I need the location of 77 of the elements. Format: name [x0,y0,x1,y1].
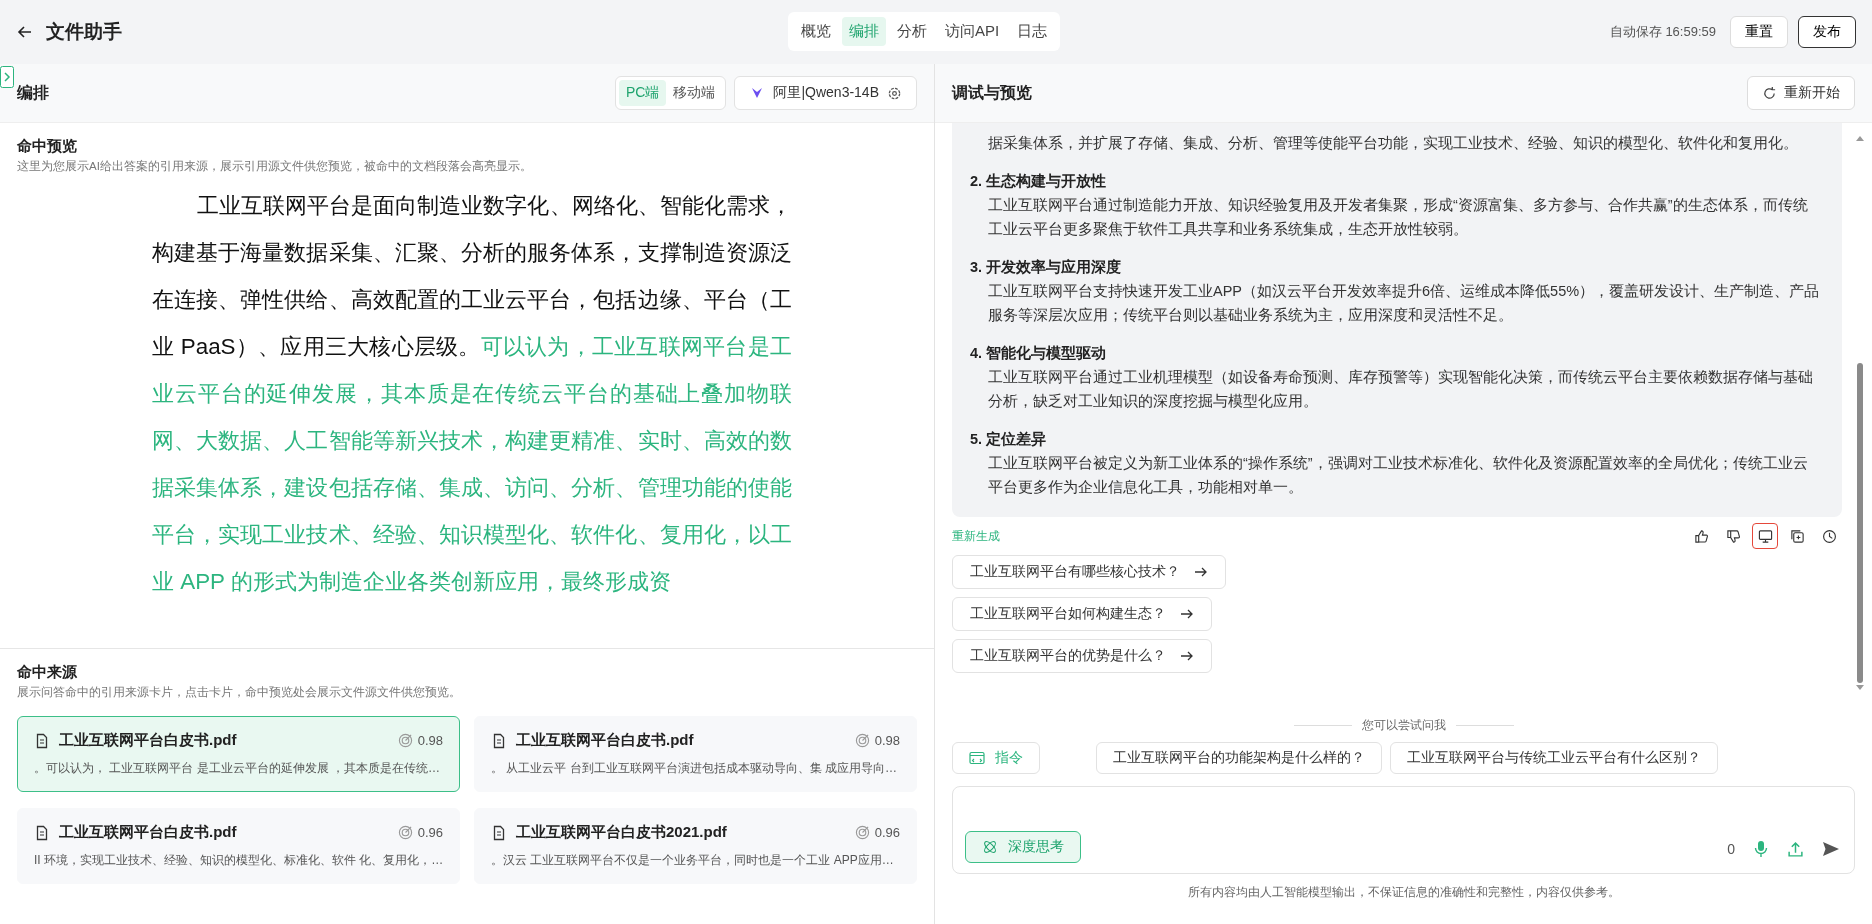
answer-heading: 3. 开发效率与应用深度 [970,258,1123,277]
match-score: 0.96 [417,825,443,840]
answer-text: 工业互联网平台通过工业机理模型（如设备寿命预测、库存预警等）实现智能化决策，而传统云平台主要依赖数据存储与基础分析，缺乏对工业知识的深度挖掘与模型化应用。 [987,368,1814,411]
match-score: 0.98 [417,733,443,748]
model-selector[interactable]: 阿里|Qwen3-14B [734,76,917,110]
atom-icon [982,839,998,855]
file-name: 工业互联网平台白皮书2021.pdf [516,823,728,842]
document-paragraph: 工业互联网平台是面向制造业数字化、网络化、智能化需求，构建基于海量数据采集、汇聚、分析的服务体系，支撑制造资源泛在连接、弹性供给、高效配置的工业云平台，包括边缘、平台（工业 PaaS）、应用三大核心层级。可以认为，工业互联网平台是工业云平台的延伸发展，其本质是在传统云平台的基础上叠加物联网、大数据、人工智能等新兴技术，构建更精准、实时、高效的数据采集体系，建设包括存储、集成、访问、分析、管理功能的使能平台，实现工业技术、经验、知识模型化、软件化、复用化，以工业 APP 的形式为制造企业各类创新应用，最终形成资 [152,192,792,596]
file-name: 工业互联网平台白皮书.pdf [516,731,695,750]
section-title: 命中来源 [17,663,78,682]
reset-button[interactable]: 重置 [1730,16,1788,48]
document-icon [491,824,507,841]
section-description: 这里为您展示AI给出答案的引用来源，展示引用源文件供您预览，被命中的文档段落会高亮显示。 [17,159,533,174]
source-snippet: 。 从工业云平 台到工业互联网平台演进包括成本驱动导向、集 成应用导向… [491,760,898,777]
source-card[interactable]: 工业互联网平台白皮书.pdf 0.98 。可以认为， 工业互联网平台 是工业云平台的延伸发展 ，其本质是在传统… [17,716,460,792]
suggested-question[interactable]: 工业互联网平台与传统工业云平台有什么区别？ [1390,742,1718,774]
answer-heading: 2. 生态构建与开放性 [970,172,1108,191]
follow-up-question[interactable]: 工业互联网平台如何构建生态？ [952,597,1212,631]
clock-icon [1821,528,1837,544]
thumbs-up-icon [1693,528,1709,544]
arrow-right-icon [1180,650,1194,662]
answer-heading: 4. 智能化与模型驱动 [970,344,1108,363]
suggestion-hint: 您可以尝试问我 [1361,717,1446,734]
target-icon [854,733,870,748]
source-card[interactable]: 工业互联网平台白皮书.pdf 0.98 。 从工业云平 台到工业互联网平台演进包括成本驱动导向、集 成应用导向… [474,716,917,792]
nav-tab[interactable]: 访问API [938,17,1007,46]
disclaimer-text: 所有内容均由人工智能模型输出，不保证信息的准确性和完整性，内容仅供参考。 [1186,884,1621,901]
autosave-status: 自动保存 16:59:59 [1609,23,1716,41]
follow-up-question[interactable]: 工业互联网平台有哪些核心技术？ [952,555,1226,589]
thumbs-down-icon [1725,528,1741,544]
section-title: 命中预览 [17,137,78,156]
settings-icon [887,85,902,101]
device-tab[interactable]: 移动端 [666,80,723,106]
arrow-right-icon [1194,566,1208,578]
match-score: 0.98 [874,733,900,748]
file-name: 工业互联网平台白皮书.pdf [59,731,238,750]
send-icon[interactable] [1822,841,1840,857]
source-card[interactable]: 工业互联网平台白皮书.pdf 0.96 II 环境，实现工业技术、经验、知识的模型化、标准化、软件 化、复用化，… [17,808,460,884]
source-snippet: 。汉云 工业互联网平台不仅是一个业务平台，同时也是一个工业 APP应用… [491,852,895,869]
answer-text: 工业互联网平台通过制造能力开放、知识经验复用及开发者集聚，形成“资源富集、多方参与、合作共赢”的生态体系，而传统工业云平台更多聚焦于软件工具共享和业务系统集成，生态开放性较弱。 [987,196,1809,239]
nav-tab[interactable]: 分析 [890,17,934,46]
app-title: 文件助手 [46,20,122,44]
restart-button[interactable]: 重新开始 [1747,76,1855,110]
file-name: 工业互联网平台白皮书.pdf [59,823,238,842]
answer-heading: 5. 定位差异 [970,430,1048,449]
suggested-question[interactable]: 工业互联网平台的功能架构是什么样的？ [1096,742,1382,774]
nav-tab[interactable]: 概览 [794,17,838,46]
monitor-button[interactable] [1752,523,1778,549]
match-score: 0.96 [874,825,900,840]
code-window-icon [969,751,985,765]
publish-button[interactable]: 发布 [1798,16,1856,48]
follow-up-question[interactable]: 工业互联网平台的优势是什么？ [952,639,1212,673]
source-card[interactable]: 工业互联网平台白皮书2021.pdf 0.96 。汉云 工业互联网平台不仅是一个业务平台，同时也是一个工业 APP应用… [474,808,917,884]
document-icon [34,824,50,841]
target-icon [854,825,870,840]
answer-text: 工业互联网平台被定义为新工业体系的“操作系统”，强调对工业技术标准化、软件化及资源配置效率的全局优化；传统工业云平台更多作为企业信息化工具，功能相对单一。 [987,454,1809,497]
character-count: 0 [1727,841,1735,857]
message-input[interactable]: 深度思考 0 [952,786,1855,874]
panel-title: 编排 [17,82,49,103]
document-icon [34,732,50,749]
refresh-icon [1762,85,1777,101]
answer-text: 工业互联网平台支持快速开发工业APP（如汉云平台开发效率提升6倍、运维成本降低55%），覆盖研发设计、生产制造、产品服务等深层次应用；传统平台则以基础业务系统为主，应用深度和灵活性不足。 [987,282,1820,325]
source-snippet: 。可以认为， 工业互联网平台 是工业云平台的延伸发展 ，其本质是在传统… [34,760,441,777]
target-icon [397,825,413,840]
monitor-icon [1757,528,1773,544]
panel-title: 调试与预览 [952,82,1032,103]
document-icon [491,732,507,749]
expand-toggle-icon[interactable] [0,66,14,88]
answer-text: 据采集体系，并扩展了存储、集成、分析、管理等使能平台功能，实现工业技术、经验、知识的模型化、软件化和复用化。 [987,134,1799,153]
copy-icon [1789,528,1805,544]
nav-tab[interactable]: 日志 [1010,17,1055,46]
upload-icon[interactable] [1787,840,1804,858]
source-snippet: II 环境，实现工业技术、经验、知识的模型化、标准化、软件 化、复用化，… [34,852,443,869]
section-description: 展示问答命中的引用来源卡片，点击卡片，命中预览处会展示文件源文件供您预览。 [17,685,462,700]
arrow-right-icon [1180,608,1194,620]
target-icon [397,733,413,748]
microphone-icon[interactable] [1753,840,1769,858]
